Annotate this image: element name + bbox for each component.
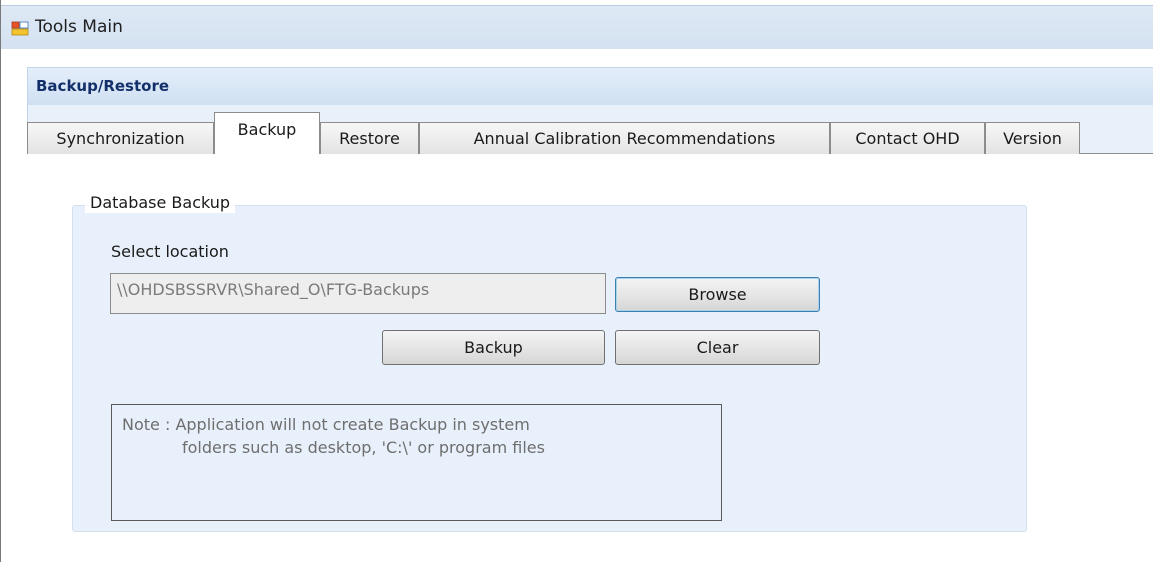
clear-button-label: Clear bbox=[696, 338, 739, 357]
tab-label: Synchronization bbox=[56, 129, 185, 148]
tab-label: Restore bbox=[339, 129, 400, 148]
title-bar[interactable]: Tools Main bbox=[1, 5, 1153, 49]
backup-button-label: Backup bbox=[464, 338, 523, 357]
tab-synchronization[interactable]: Synchronization bbox=[27, 122, 214, 154]
browse-button-label: Browse bbox=[688, 285, 747, 304]
tab-label: Version bbox=[1003, 129, 1062, 148]
window-title: Tools Main bbox=[35, 17, 123, 37]
tools-main-window: Tools Main Backup/Restore Synchronizatio… bbox=[0, 0, 1153, 562]
tab-version[interactable]: Version bbox=[985, 122, 1080, 154]
browse-button[interactable]: Browse bbox=[615, 277, 820, 312]
tab-label: Backup bbox=[237, 120, 297, 139]
panel-header-title: Backup/Restore bbox=[36, 77, 170, 95]
tab-backup[interactable]: Backup bbox=[214, 112, 320, 154]
app-window-icon bbox=[11, 21, 29, 36]
clear-button[interactable]: Clear bbox=[615, 330, 820, 365]
tab-contact-ohd[interactable]: Contact OHD bbox=[830, 122, 985, 154]
database-backup-group-title: Database Backup bbox=[85, 193, 236, 213]
note-line-2: folders such as desktop, 'C:\' or progra… bbox=[182, 438, 545, 457]
backup-location-input[interactable] bbox=[110, 273, 606, 314]
note-line-1: Note : Application will not create Backu… bbox=[122, 415, 530, 434]
tab-annual-calibration-recommendations[interactable]: Annual Calibration Recommendations bbox=[419, 122, 830, 154]
tab-label: Annual Calibration Recommendations bbox=[473, 129, 776, 148]
panel-header: Backup/Restore bbox=[27, 67, 1153, 105]
tab-restore[interactable]: Restore bbox=[320, 122, 419, 154]
tab-label: Contact OHD bbox=[855, 129, 960, 148]
backup-button[interactable]: Backup bbox=[382, 330, 605, 365]
backup-note: Note : Application will not create Backu… bbox=[111, 404, 722, 521]
select-location-label: Select location bbox=[111, 242, 229, 261]
